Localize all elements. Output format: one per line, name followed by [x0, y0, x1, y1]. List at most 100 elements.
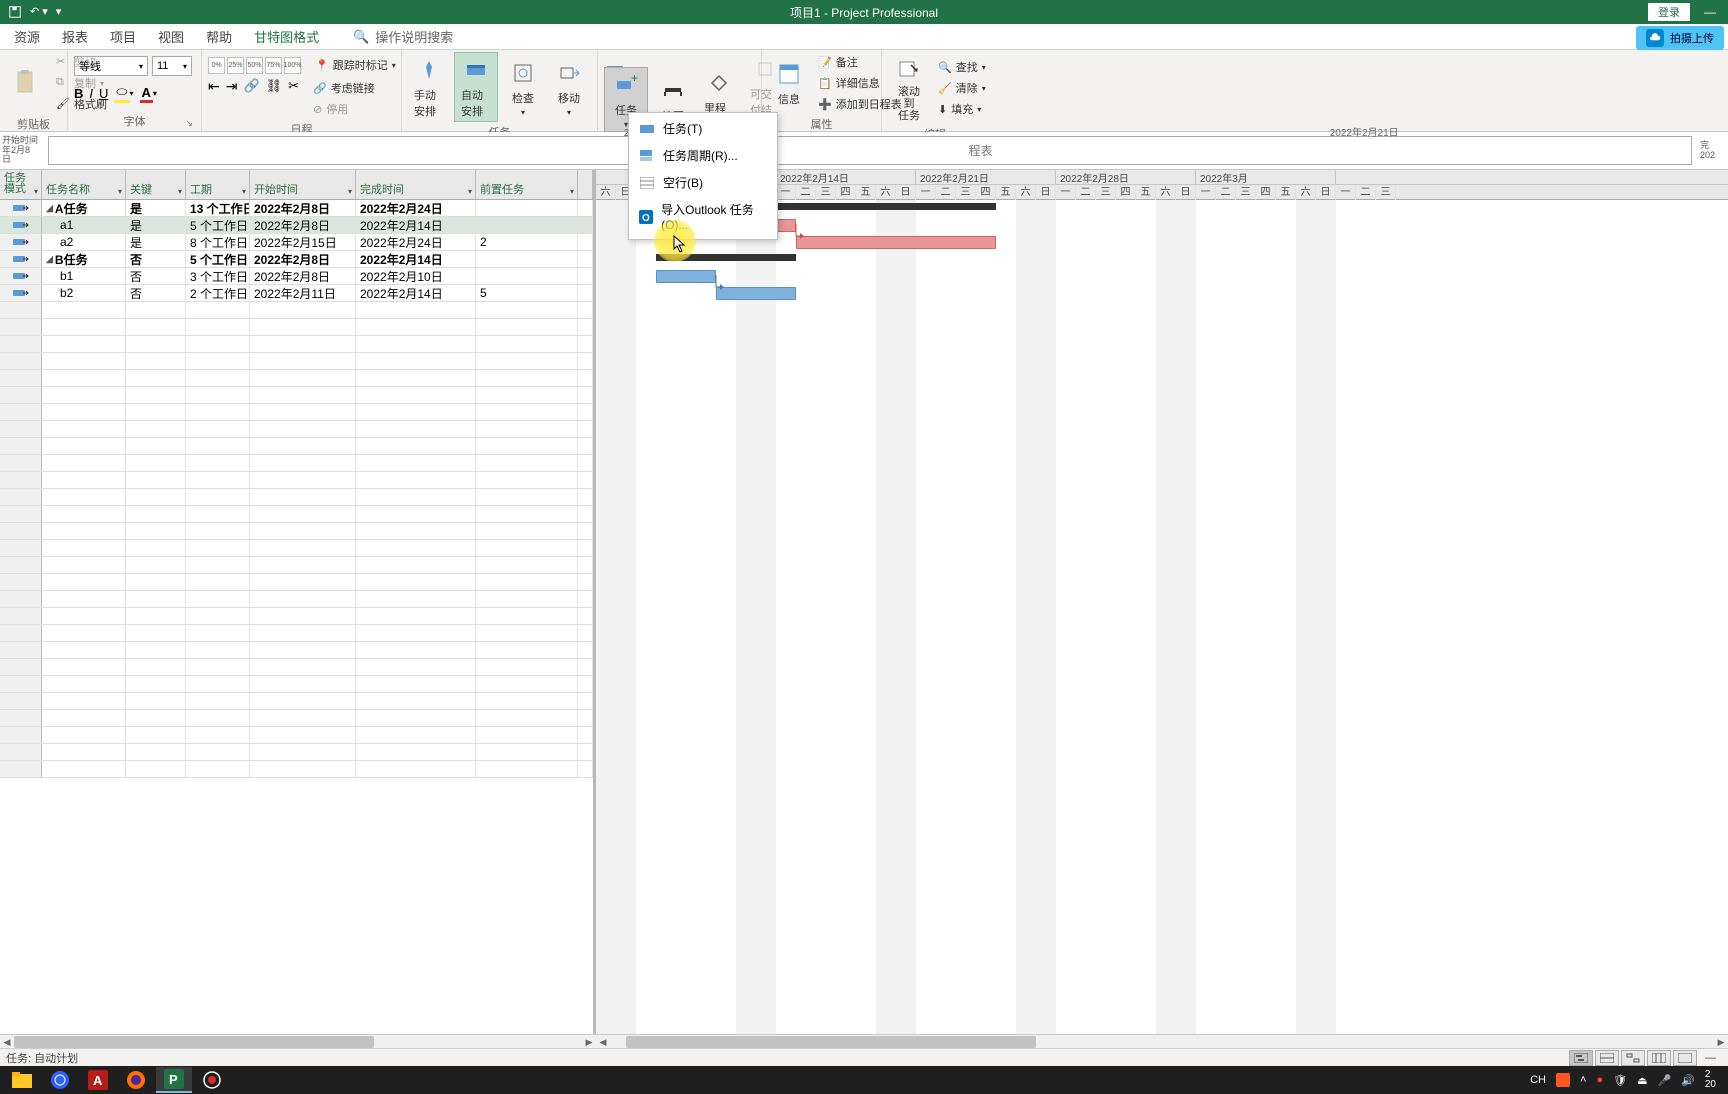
task-name-cell[interactable]: b2 [42, 285, 126, 301]
col-start[interactable]: 开始时间▾ [250, 170, 356, 199]
fill-color-button[interactable]: ⬭▾ [114, 84, 133, 103]
duration-cell[interactable]: 5 个工作日 [186, 251, 250, 267]
pred-cell[interactable] [476, 251, 578, 267]
table-row[interactable]: b1否3 个工作日2022年2月8日2022年2月10日 [0, 268, 593, 285]
gantt-chart[interactable]: 2022年2月7日2022年2月14日2022年2月21日2022年2月28日2… [596, 170, 1728, 1034]
pct-0[interactable]: 0% [208, 57, 225, 74]
pred-cell[interactable]: 5 [476, 285, 578, 301]
table-row-empty[interactable] [0, 489, 593, 506]
zoom-out-icon[interactable]: — [1705, 1052, 1716, 1064]
table-row-empty[interactable] [0, 387, 593, 404]
pred-cell[interactable] [476, 217, 578, 233]
table-row-empty[interactable] [0, 744, 593, 761]
table-row-empty[interactable] [0, 472, 593, 489]
col-task-name[interactable]: 任务名称▾ [42, 170, 126, 199]
start-cell[interactable]: 2022年2月11日 [250, 285, 356, 301]
critical-cell[interactable]: 是 [126, 234, 186, 250]
blank-cell[interactable] [578, 268, 593, 284]
task-mode-cell[interactable] [0, 234, 42, 250]
table-row-empty[interactable] [0, 523, 593, 540]
pred-cell[interactable] [476, 268, 578, 284]
indent-button[interactable]: ⇥ [226, 78, 238, 119]
manual-schedule-button[interactable]: 手动安排 [408, 53, 450, 121]
col-critical[interactable]: 关键▾ [126, 170, 186, 199]
pct-25[interactable]: 25% [227, 57, 244, 74]
copy-button[interactable]: ⧉复制 ▾ [52, 73, 111, 93]
tray-shield-icon[interactable]: 🛡 [1613, 1074, 1627, 1087]
start-cell[interactable]: 2022年2月8日 [250, 251, 356, 267]
undo-icon[interactable]: ↶ ▾ [30, 5, 48, 19]
col-predecessors[interactable]: 前置任务▾ [476, 170, 578, 199]
table-row-empty[interactable] [0, 608, 593, 625]
duration-cell[interactable]: 2 个工作日 [186, 285, 250, 301]
ime-indicator[interactable]: CH [1530, 1074, 1546, 1086]
table-row-empty[interactable] [0, 455, 593, 472]
menu-task[interactable]: 任务(T) [629, 115, 777, 142]
table-row-empty[interactable] [0, 302, 593, 319]
scroll-right-icon[interactable]: ▶ [1714, 1035, 1728, 1048]
tab-report[interactable]: 报表 [62, 25, 88, 48]
pct-100[interactable]: 100% [284, 57, 301, 74]
tray-sogou-icon[interactable] [1556, 1073, 1570, 1087]
tray-usb-icon[interactable]: ⏏ [1637, 1074, 1647, 1087]
duration-cell[interactable]: 5 个工作日 [186, 217, 250, 233]
app-blue-icon[interactable] [42, 1067, 78, 1093]
view-resource-icon[interactable] [1673, 1050, 1697, 1066]
link-button[interactable]: 🔗 [243, 78, 259, 119]
project-icon[interactable]: P [156, 1067, 192, 1093]
table-row-empty[interactable] [0, 727, 593, 744]
critical-cell[interactable]: 否 [126, 251, 186, 267]
auto-schedule-button[interactable]: 自动安排 [454, 52, 498, 122]
pct-50[interactable]: 50% [246, 57, 263, 74]
pred-cell[interactable]: 2 [476, 234, 578, 250]
tab-gantt-format[interactable]: 甘特图格式 [254, 25, 319, 48]
tray-clock[interactable]: 220 [1705, 1070, 1716, 1090]
pct-75[interactable]: 75% [265, 57, 282, 74]
find-button[interactable]: 🔍查找 ▾ [934, 57, 990, 77]
timeline-track[interactable]: 2022年2月14日 2022年2月21日 将 程表 [48, 136, 1692, 165]
table-row-empty[interactable] [0, 693, 593, 710]
gantt-hscroll[interactable]: ◀ ▶ [596, 1034, 1728, 1048]
scroll-right-icon[interactable]: ▶ [582, 1035, 596, 1048]
table-row-empty[interactable] [0, 370, 593, 387]
font-launcher-icon[interactable]: ↘ [185, 118, 193, 129]
table-row-empty[interactable] [0, 676, 593, 693]
pred-cell[interactable] [476, 200, 578, 216]
critical-cell[interactable]: 是 [126, 217, 186, 233]
view-network-icon[interactable] [1621, 1050, 1645, 1066]
fill-button[interactable]: ⬇填充 ▾ [934, 99, 990, 119]
table-row-empty[interactable] [0, 761, 593, 778]
menu-import-outlook[interactable]: O导入Outlook 任务(O)... [629, 196, 777, 237]
firefox-icon[interactable] [118, 1067, 154, 1093]
finish-cell[interactable]: 2022年2月14日 [356, 251, 476, 267]
split-button[interactable]: ✂ [288, 78, 299, 119]
start-cell[interactable]: 2022年2月8日 [250, 200, 356, 216]
minimize-icon[interactable]: — [1696, 5, 1724, 19]
critical-cell[interactable]: 否 [126, 268, 186, 284]
tab-project[interactable]: 项目 [110, 25, 136, 48]
menu-recurring[interactable]: 任务周期(R)... [629, 142, 777, 169]
table-row-empty[interactable] [0, 336, 593, 353]
table-row-empty[interactable] [0, 438, 593, 455]
col-finish[interactable]: 完成时间▾ [356, 170, 476, 199]
table-row-empty[interactable] [0, 540, 593, 557]
task-mode-cell[interactable] [0, 217, 42, 233]
scroll-to-task-button[interactable]: 滚动到 任务 [888, 52, 930, 124]
table-row[interactable]: b2否2 个工作日2022年2月11日2022年2月14日5 [0, 285, 593, 302]
table-row-empty[interactable] [0, 591, 593, 608]
table-row-empty[interactable] [0, 506, 593, 523]
start-cell[interactable]: 2022年2月8日 [250, 217, 356, 233]
table-row-empty[interactable] [0, 353, 593, 370]
table-row[interactable]: ◢A任务是13 个工作日2022年2月8日2022年2月24日 [0, 200, 593, 217]
duration-cell[interactable]: 3 个工作日 [186, 268, 250, 284]
table-row-empty[interactable] [0, 574, 593, 591]
font-size-select[interactable]: 11▾ [152, 56, 192, 76]
table-row-empty[interactable] [0, 404, 593, 421]
task-name-cell[interactable]: b1 [42, 268, 126, 284]
table-row-empty[interactable] [0, 710, 593, 727]
tray-chevron-icon[interactable]: ˄ [1580, 1074, 1586, 1086]
inspect-button[interactable]: 检查▾ [502, 56, 544, 119]
gantt-body[interactable] [596, 200, 1728, 1034]
table-row-empty[interactable] [0, 659, 593, 676]
login-button[interactable]: 登录 [1648, 3, 1690, 21]
